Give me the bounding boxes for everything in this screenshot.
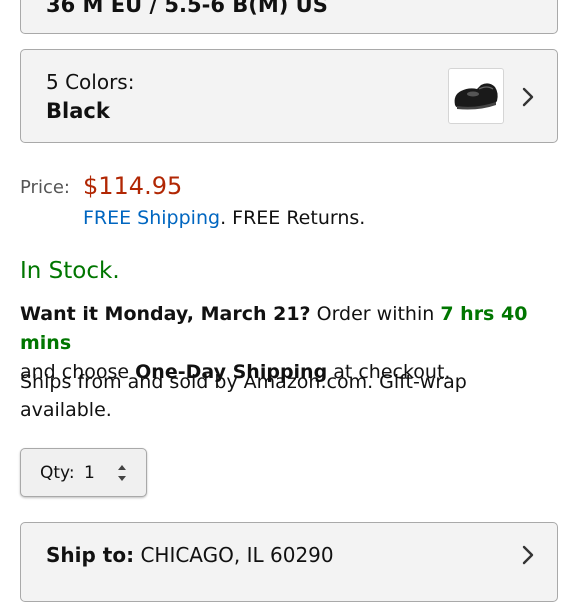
up-down-arrows-icon: [118, 465, 126, 481]
chevron-right-icon: [522, 87, 534, 107]
seller-info: Ships from and sold by Amazon.com. Gift-…: [20, 371, 467, 421]
size-value: 36 M EU / 5.5-6 B(M) US: [46, 0, 328, 17]
ship-to-selector[interactable]: Ship to: CHICAGO, IL 60290: [20, 522, 558, 602]
quantity-label: Qty:: [40, 463, 75, 483]
color-count-label: 5 Colors:: [46, 70, 135, 94]
size-selector[interactable]: 36 M EU / 5.5-6 B(M) US: [20, 0, 558, 34]
color-thumbnail[interactable]: [448, 68, 504, 124]
selected-color-value: Black: [46, 99, 110, 123]
delivery-date-headline: Want it Monday, March 21?: [20, 303, 311, 325]
quantity-select[interactable]: Qty: 1: [20, 448, 147, 497]
stock-status: In Stock.: [20, 258, 120, 284]
chevron-right-icon: [522, 545, 534, 565]
quantity-value: 1: [84, 463, 95, 483]
ship-to-label: Ship to:: [46, 543, 135, 567]
ship-to-location: CHICAGO, IL 60290: [140, 543, 334, 567]
ship-to-line: Ship to: CHICAGO, IL 60290: [46, 543, 334, 567]
free-returns-text: . FREE Returns.: [220, 207, 366, 229]
free-shipping-link[interactable]: FREE Shipping: [83, 207, 220, 229]
order-within-text: Order within: [310, 303, 441, 325]
shipping-info: FREE Shipping. FREE Returns.: [83, 207, 365, 229]
color-selector[interactable]: 5 Colors: Black: [20, 49, 558, 143]
price-label: Price:: [20, 177, 70, 198]
black-clog-shoe-icon: [454, 83, 498, 110]
price-value: $114.95: [83, 172, 183, 200]
